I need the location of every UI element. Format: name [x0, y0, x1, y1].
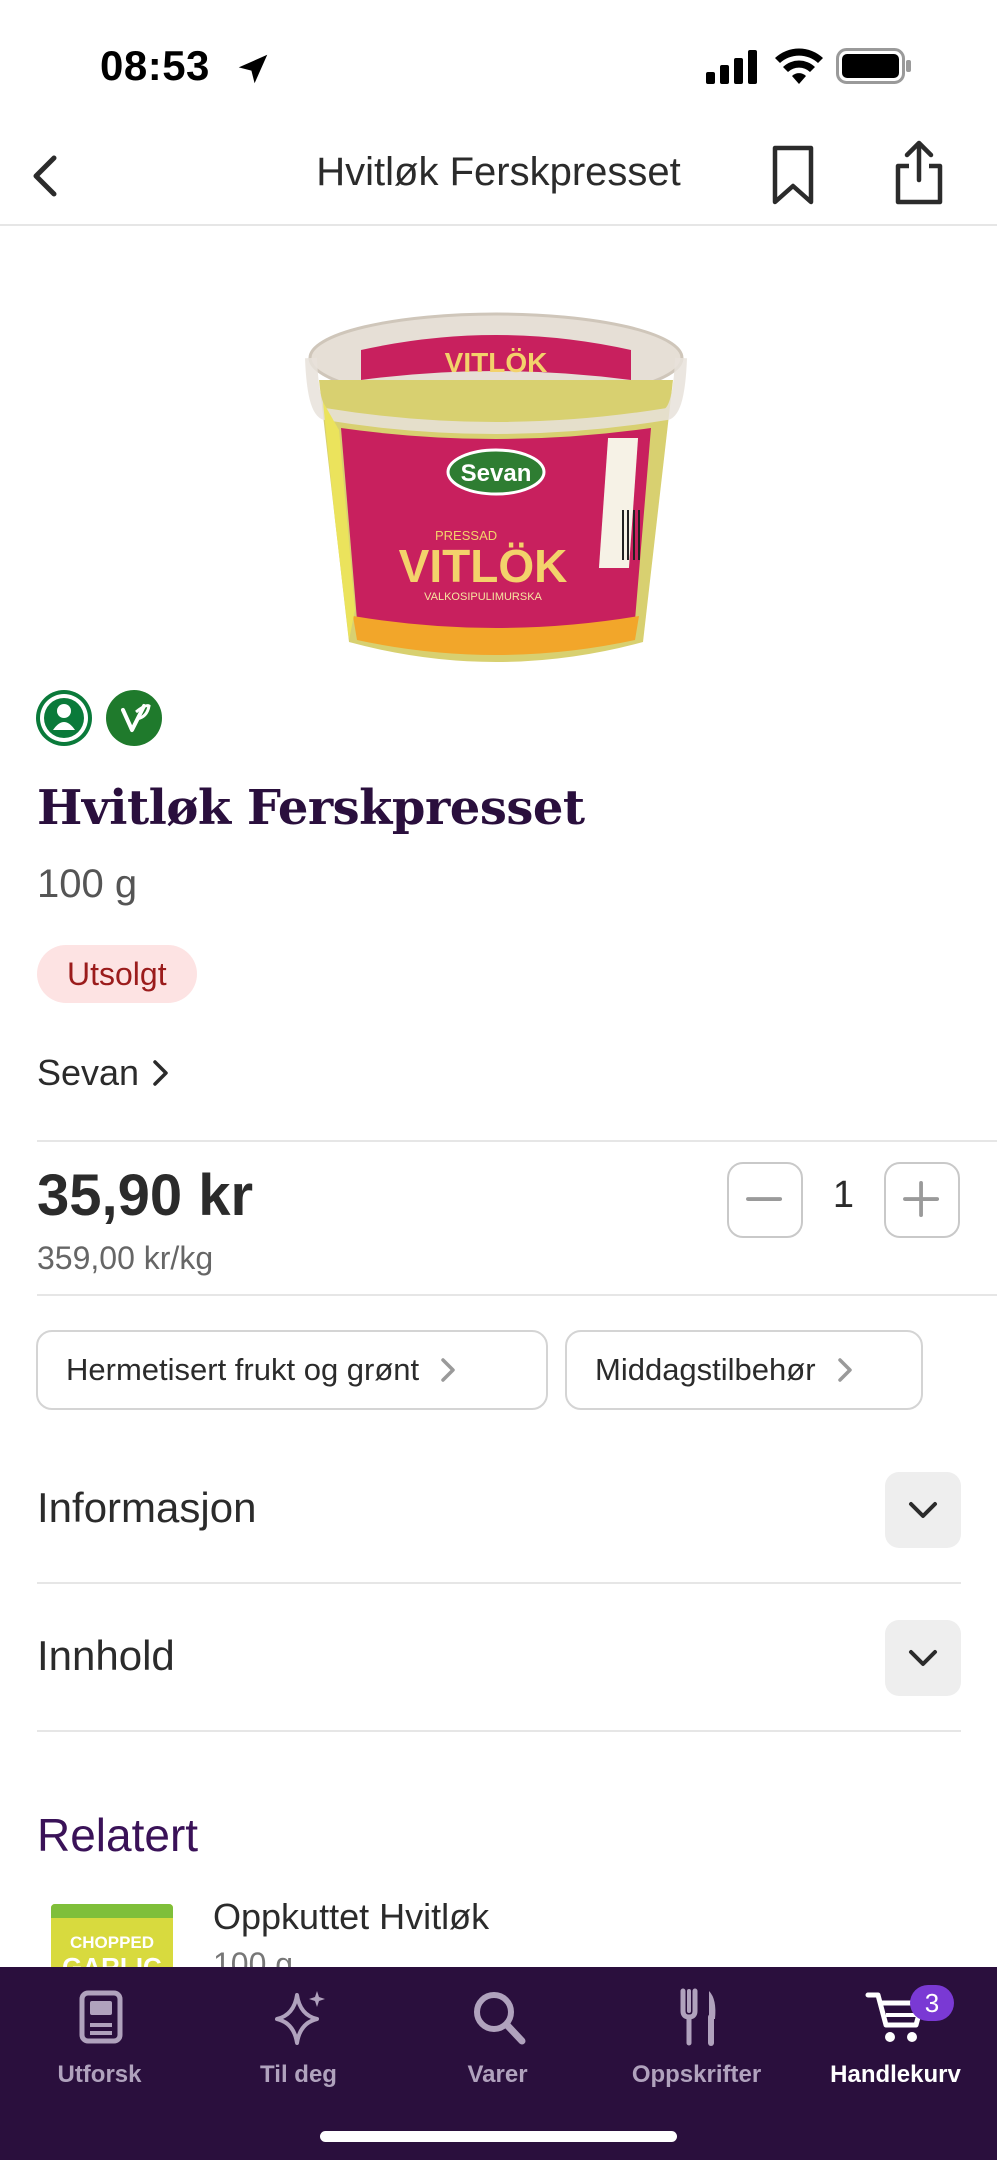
pack-brand-text: Sevan: [461, 460, 532, 487]
tab-label: Handlekurv: [830, 2061, 961, 2088]
product-badges: [36, 690, 162, 746]
tab-cart[interactable]: Handlekurv 3: [796, 1985, 995, 2095]
section-title: Innhold: [37, 1632, 175, 1679]
expand-button[interactable]: [885, 1620, 961, 1696]
chevron-right-icon: [153, 1060, 168, 1086]
quantity-value: 1: [832, 1174, 855, 1216]
brand-name: Sevan: [37, 1052, 140, 1093]
related-product-name: Oppkuttet Hvitløk: [213, 1896, 490, 1937]
brand-link[interactable]: Sevan: [37, 1052, 173, 1094]
category-chip-label: Hermetisert frukt og grønt: [66, 1352, 420, 1387]
tab-recipes[interactable]: Oppskrifter: [597, 1985, 796, 2095]
tab-for-you[interactable]: Til deg: [199, 1985, 398, 2095]
section-information[interactable]: Informasjon: [37, 1436, 961, 1584]
unit-price: 359,00 kr/kg: [37, 1240, 214, 1276]
battery-icon: [836, 48, 911, 84]
divider: [37, 1294, 997, 1296]
availability-badge: Utsolgt: [37, 945, 197, 1003]
bookmark-button[interactable]: [770, 144, 816, 206]
fork-knife-icon: [680, 1988, 715, 2046]
expand-button[interactable]: [885, 1472, 961, 1548]
tab-bar: Utforsk Til deg Varer Oppskrifter Handle…: [0, 1967, 997, 2160]
thumb-text: CHOPPED: [70, 1933, 154, 1952]
pack-main-text: VITLÖK: [399, 540, 568, 592]
book-icon: [79, 1990, 122, 2044]
tab-products[interactable]: Varer: [398, 1985, 597, 2095]
wifi-icon: [775, 48, 823, 84]
product-weight: 100 g: [37, 862, 138, 906]
tab-label: Utforsk: [57, 2061, 142, 2088]
product-image: VITLÖK Sevan PRESSAD VITLÖK VALKOSIPULIM…: [305, 312, 687, 662]
sparkle-icon: [274, 1991, 325, 2045]
cellular-signal-icon: [706, 50, 757, 84]
allergy-friendly-icon: [36, 690, 92, 746]
status-time: 08:53: [100, 42, 210, 89]
search-icon: [473, 1992, 525, 2045]
section-contents[interactable]: Innhold: [37, 1584, 961, 1732]
chevron-right-icon: [441, 1358, 455, 1382]
chevron-right-icon: [837, 1358, 852, 1382]
plus-icon: [903, 1181, 940, 1218]
pack-sub-text: VALKOSIPULIMURSKA: [424, 591, 542, 603]
vegan-icon: [106, 690, 162, 746]
tab-label: Varer: [467, 2061, 528, 2088]
home-indicator: [320, 2131, 677, 2142]
section-title: Informasjon: [37, 1484, 257, 1531]
location-arrow-icon: [238, 54, 268, 84]
tab-explore[interactable]: Utforsk: [0, 1985, 199, 2095]
divider: [37, 1140, 997, 1142]
related-title: Relatert: [37, 1809, 199, 1861]
pack-top-text: VITLÖK: [445, 347, 548, 378]
status-bar: 08:53: [0, 0, 997, 130]
price: 35,90 kr: [37, 1163, 254, 1228]
product-title: Hvitløk Ferskpresset: [37, 780, 585, 836]
quantity-increase-button[interactable]: [884, 1162, 960, 1238]
back-button[interactable]: [22, 150, 74, 202]
nav-title: Hvitløk Ferskpresset: [316, 150, 681, 194]
minus-icon: [746, 1197, 783, 1201]
quantity-decrease-button[interactable]: [727, 1162, 803, 1238]
category-chip[interactable]: Middagstilbehør: [565, 1330, 923, 1410]
related-product-thumbnail: CHOPPED GARLIC: [51, 1904, 173, 1970]
tab-label: Til deg: [260, 2061, 337, 2088]
category-chip-label: Middagstilbehør: [595, 1352, 816, 1387]
cart-count-badge: 3: [910, 1985, 954, 2021]
related-product-item[interactable]: CHOPPED GARLIC Oppkuttet Hvitløk 100 g: [37, 1890, 961, 1970]
share-button[interactable]: [890, 140, 948, 206]
tab-label: Oppskrifter: [631, 2061, 762, 2088]
chevron-down-icon: [909, 1650, 937, 1666]
chevron-down-icon: [909, 1502, 937, 1518]
category-chip[interactable]: Hermetisert frukt og grønt: [36, 1330, 548, 1410]
nav-header: Hvitløk Ferskpresset: [0, 130, 997, 226]
